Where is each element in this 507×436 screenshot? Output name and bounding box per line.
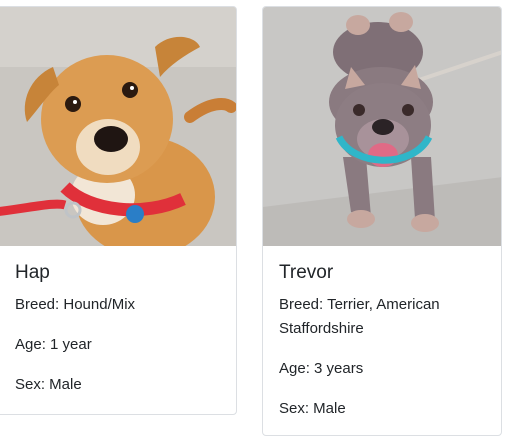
pet-card-trevor[interactable]: Trevor Breed: Terrier, American Stafford… xyxy=(262,6,502,436)
hap-photo[interactable] xyxy=(0,7,236,246)
pet-name: Hap xyxy=(15,262,50,283)
pet-sex: Sex: Male xyxy=(279,400,346,417)
dog-photo-trevor-icon xyxy=(263,7,501,246)
pet-breed: Breed: Hound/Mix xyxy=(15,296,136,313)
pet-name: Trevor xyxy=(279,262,334,283)
pet-age: Age: 3 years xyxy=(279,360,364,377)
pet-card-hap[interactable]: Hap Breed: Hound/Mix Age: 1 year Sex: Ma… xyxy=(0,6,237,415)
pet-breed: Breed: Terrier, American Staffordshire xyxy=(279,296,440,337)
pet-age: Age: 1 year xyxy=(15,336,92,353)
trevor-photo[interactable] xyxy=(263,7,501,246)
pet-sex: Sex: Male xyxy=(15,376,82,393)
dog-photo-hap-icon xyxy=(0,7,236,246)
